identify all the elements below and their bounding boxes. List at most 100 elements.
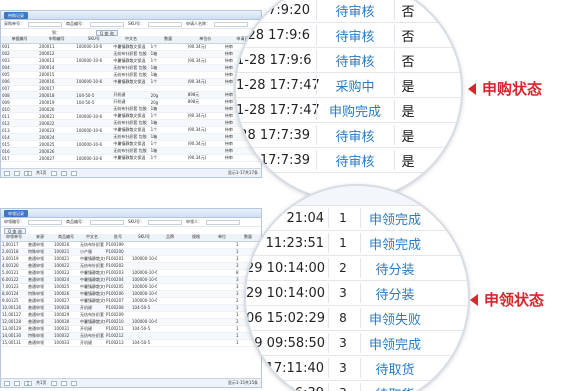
table-row[interactable]: 8,00124特殊申领100026中暑镇静散文保温P100206100000-1… bbox=[1, 290, 261, 298]
column-divider bbox=[316, 50, 317, 70]
table-cell bbox=[209, 304, 235, 312]
column-header[interactable]: 申购编号 bbox=[38, 36, 76, 44]
page-number-input[interactable]: 1 bbox=[24, 380, 32, 386]
table-row[interactable]: 003 200013 100000-10-6 中暑镇静散文保温 1个 (90.34元) 待审 bbox=[1, 57, 261, 65]
table-row[interactable]: 10,00126 普通申领 100028 开机键 P100208 104-50-5 1 bbox=[1, 304, 261, 312]
column-header[interactable]: 商品编号 bbox=[53, 234, 79, 242]
column-header[interactable]: 中文名 bbox=[112, 36, 150, 44]
first-page-button[interactable] bbox=[4, 170, 10, 176]
column-divider bbox=[394, 125, 395, 145]
column-header[interactable]: 单位价 bbox=[186, 36, 224, 44]
last-page-button[interactable] bbox=[60, 380, 67, 386]
query-button[interactable]: Q 查 询 bbox=[96, 29, 118, 36]
table-row[interactable]: 008 200018 104-50-5 开机键 20g 898元 待审 bbox=[1, 91, 261, 100]
table-cell: 005 bbox=[1, 71, 39, 79]
sku-input[interactable] bbox=[147, 219, 182, 225]
table-row[interactable]: 012 200022 无纺布针织套 包胶 1箱 待审 bbox=[1, 119, 261, 128]
table-cell: P100204 bbox=[105, 276, 131, 284]
refresh-button[interactable] bbox=[70, 380, 77, 386]
table-row[interactable]: 010 200020 无纺布针织套 包胶 1箱 待审 bbox=[1, 105, 261, 114]
table-row[interactable]: 2,00118 特殊申领 100021 小产服 P100200 1 bbox=[1, 248, 261, 256]
time-cell: 28 17:7:39 bbox=[239, 127, 310, 143]
table-row[interactable]: 11,00127普通申领100029无纺布针织套 包胶P1002091 bbox=[1, 311, 261, 319]
table-cell: 中暑镇静散文保温 bbox=[112, 43, 150, 51]
table-cell: 开机键 bbox=[112, 91, 150, 100]
table-row[interactable]: 6,00122普通申领100024中暑镇静散文保温P100204100000-1… bbox=[1, 276, 261, 284]
table-cell: 1箱 bbox=[149, 147, 187, 156]
goods-no-input[interactable] bbox=[90, 219, 124, 225]
table-row[interactable]: 006 200016 100000-10-6 中暑镇静散文保温 1个 (90.34元) 待审 bbox=[1, 78, 261, 86]
column-header[interactable]: 批号 bbox=[105, 234, 131, 242]
time-cell: 29 10:14:00 bbox=[246, 260, 326, 276]
table-cell: P100212 bbox=[105, 332, 131, 340]
table-cell: 006 bbox=[1, 78, 39, 86]
table-row[interactable]: 017 200027 100000-10-6 中暑镇静散文保温 1个 (90.34元) 待审 bbox=[1, 154, 261, 163]
table-cell: P100205 bbox=[105, 283, 131, 291]
time-cell: 21:04 bbox=[286, 210, 324, 226]
query-button[interactable]: Q 查 询 bbox=[4, 227, 26, 234]
table-row[interactable]: 1,00117普通申领100026无纺布针织套 包胶P1001991 bbox=[1, 241, 261, 249]
prev-page-button[interactable] bbox=[14, 380, 20, 386]
table-row[interactable]: 7,00123普通申领100025中暑镇静散文保温P100205100000-1… bbox=[1, 283, 261, 291]
table-row[interactable]: 013 200023 100000-10-6 中暑镇静散文保温 1个 (90.34元) 待审 bbox=[1, 126, 261, 135]
table-row[interactable]: 005 200015 无纺布针织套 包胶 1箱 待审 bbox=[1, 71, 261, 79]
last-page-button[interactable] bbox=[60, 170, 67, 176]
table-row[interactable]: 12,00128普通申领100030中暑镇静散文保温P100210100000-… bbox=[1, 318, 261, 326]
date-to-label: 到： bbox=[52, 29, 60, 35]
table-row[interactable]: 3,00119普通申领100021中暑镇静散文保温P100201100000-1… bbox=[1, 255, 261, 263]
table-row[interactable]: 015 200025 100000-10-6 中暑镇静散文保温 1个 (90.34元) 待审 bbox=[1, 140, 261, 149]
table-cell bbox=[157, 248, 183, 256]
column-header[interactable]: 申领单号 bbox=[1, 234, 27, 242]
table-row[interactable]: 004 200014 无纺布针织套 包胶 1箱 待审 bbox=[1, 64, 261, 72]
table-row[interactable]: 009 200019 104-50-5 开机键 20g 898元 待审 bbox=[1, 98, 261, 107]
table-row[interactable]: 016 200026 无纺布针织套 包胶 1箱 待审 bbox=[1, 147, 261, 156]
table-row[interactable]: 5,00121普通申领100023中暑镇静散文保温P100203100000-1… bbox=[1, 269, 261, 277]
table-cell: 1个 bbox=[149, 140, 187, 149]
table-row[interactable]: 011 200021 100000-10-6 中暑镇静散文保温 1个 (90.34元) 待审 bbox=[1, 112, 261, 121]
table-cell bbox=[75, 119, 113, 128]
request-no-input[interactable] bbox=[28, 219, 62, 225]
table-cell: 100000-10-6 bbox=[75, 154, 113, 163]
next-page-button[interactable] bbox=[50, 380, 57, 386]
table-row[interactable]: 001 200011 100000-10-6 中暑镇静散文保温 1个 (90.34元) 待审 bbox=[1, 43, 261, 51]
table-cell: 100000-10-6 bbox=[75, 112, 113, 121]
count-cell: 3 bbox=[339, 336, 347, 350]
status-cell: 待分装 bbox=[375, 262, 415, 278]
table-cell bbox=[157, 262, 183, 270]
column-header[interactable]: 品牌 bbox=[157, 234, 183, 242]
table-cell bbox=[186, 105, 224, 114]
table-cell bbox=[157, 297, 183, 305]
refresh-button[interactable] bbox=[70, 170, 77, 176]
table-row[interactable]: 13,00129 普通申领 100031 开机键 P100211 104-50-5 1 bbox=[1, 325, 261, 333]
column-header[interactable]: 单位 bbox=[209, 234, 235, 242]
prev-page-button[interactable] bbox=[14, 170, 20, 176]
column-header[interactable]: 规格 bbox=[183, 234, 209, 242]
sku-input[interactable] bbox=[147, 21, 182, 27]
table-cell: 100026 bbox=[53, 290, 79, 298]
table-cell: 中暑镇静散文保温 bbox=[112, 57, 150, 65]
next-page-button[interactable] bbox=[50, 170, 57, 176]
table-row[interactable]: 014 200024 无纺布针织套 包胶 1箱 待审 bbox=[1, 133, 261, 142]
column-header[interactable]: 数量 bbox=[149, 36, 187, 44]
requester-input[interactable] bbox=[205, 219, 240, 225]
first-page-button[interactable] bbox=[4, 380, 10, 386]
order-no-input[interactable] bbox=[28, 21, 62, 27]
table-row[interactable]: 007 200017 bbox=[1, 85, 261, 93]
column-header[interactable]: 单据编号 bbox=[1, 36, 39, 44]
table-row[interactable]: 9,00125普通申领100027中暑镇静散文保温P100207100000-1… bbox=[1, 297, 261, 305]
status-cell: 申领失败 bbox=[368, 312, 421, 328]
time-cell: 8 17:7:39 bbox=[247, 152, 310, 168]
table-row[interactable]: 002 200012 无纺布针织套 包胶 1箱 待审 bbox=[1, 50, 261, 58]
table-cell: 1个 bbox=[149, 43, 187, 51]
table-row[interactable]: 14,00130特殊申领100032无纺布针织套 包胶P1002121 bbox=[1, 332, 261, 340]
table-row[interactable]: 15,00131 普通申领 100033 开机键 P100213 104-50-5 1 bbox=[1, 339, 261, 347]
column-header[interactable]: SKU号 bbox=[131, 234, 157, 242]
column-header[interactable]: 来源 bbox=[27, 234, 53, 242]
column-header[interactable]: 中文名 bbox=[79, 234, 105, 242]
table-cell: 104-50-5 bbox=[131, 339, 157, 347]
column-header[interactable]: SKU号 bbox=[75, 36, 113, 44]
filter-label: 采购单号： bbox=[4, 21, 24, 26]
page-number-input[interactable]: 1 bbox=[24, 170, 32, 176]
table-row[interactable]: 4,00120普通申领100022无纺布针织套 包胶P1002023 bbox=[1, 262, 261, 270]
goods-no-input[interactable] bbox=[90, 21, 124, 27]
